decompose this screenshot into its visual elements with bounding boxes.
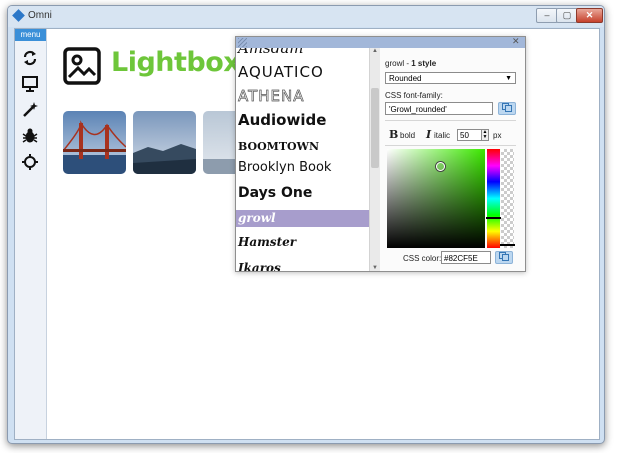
minimize-button[interactable]: – [536,8,558,23]
style-select-value: Rounded [389,74,422,83]
font-item-amsdam[interactable]: Amsdam [236,48,369,59]
image-icon [63,47,101,85]
css-family-input[interactable]: 'Growl_rounded' [385,102,493,115]
font-item-aquatico[interactable]: AQUATICO [236,63,369,83]
bridge-photo[interactable] [63,111,126,174]
scroll-up-icon[interactable]: ▲ [371,48,379,54]
font-item-brooklyn-book[interactable]: Brooklyn Book [236,160,369,177]
style-count: 1 style [411,59,437,68]
panel-close-icon[interactable]: ✕ [512,36,520,47]
menu-tab[interactable]: menu [15,29,46,41]
font-item-audiowide[interactable]: Audiowide [236,111,369,131]
refresh-icon[interactable] [21,49,39,67]
alpha-slider[interactable] [500,149,515,248]
font-list-scrollbar[interactable]: ▲ ▼ [369,48,380,271]
font-style-heading: growl - 1 style [385,59,436,68]
sidebar: menu [15,29,47,439]
hue-slider[interactable] [486,149,501,248]
logo-text: Lightbox [111,47,241,78]
font-picker-panel: ✕ Amsdam AQUATICO ATHENA Audiowide BOOMT… [235,36,526,272]
drag-grip-icon[interactable] [238,38,247,47]
bold-label[interactable]: bold [400,131,415,140]
font-name: growl [385,59,405,68]
title-bar[interactable]: Omni – ▢ ✕ [8,6,604,27]
scroll-down-icon[interactable]: ▼ [371,265,379,271]
hue-marker[interactable] [486,217,501,219]
font-item-days-one[interactable]: Days One [236,185,369,203]
font-settings: growl - 1 style Rounded ▼ CSS font-family… [385,48,521,271]
font-size-stepper[interactable]: ▲ ▼ [481,129,489,141]
italic-label[interactable]: italic [434,131,450,140]
chevron-down-icon: ▼ [505,75,512,82]
css-color-input[interactable]: #82CF5E [441,251,491,264]
font-list[interactable]: Amsdam AQUATICO ATHENA Audiowide BOOMTOW… [236,48,369,271]
font-item-boomtown[interactable]: BOOMTOWN [236,138,369,155]
size-unit: px [493,131,502,140]
copy-icon [499,252,509,261]
copy-color-button[interactable] [495,251,513,264]
magic-wand-icon[interactable] [21,101,39,119]
italic-icon[interactable]: I [426,128,431,141]
alpha-marker[interactable] [500,244,515,246]
close-button[interactable]: ✕ [576,8,603,23]
bold-icon[interactable]: B [389,128,398,141]
coast-photo[interactable] [133,111,196,174]
font-item-athena[interactable]: ATHENA [236,87,369,107]
monitor-icon[interactable] [21,75,39,93]
font-size-input[interactable]: 50 [457,129,483,141]
font-item-hamster[interactable]: Hamster [236,234,369,251]
divider [385,120,516,121]
app-icon [12,9,25,22]
window-title: Omni [28,10,52,21]
divider [385,145,516,146]
scroll-thumb[interactable] [371,88,379,168]
copy-icon [502,103,512,112]
font-item-growl[interactable]: growl [236,210,369,227]
crosshair-icon[interactable] [21,153,39,171]
css-color-label: CSS color: [403,254,442,263]
style-select[interactable]: Rounded ▼ [385,72,516,84]
color-cursor[interactable] [436,162,445,171]
panel-header[interactable]: ✕ [236,36,525,48]
font-item-ikaros[interactable]: Ikaros [236,260,369,271]
css-family-label: CSS font-family: [385,91,443,100]
copy-family-button[interactable] [498,102,516,115]
maximize-button[interactable]: ▢ [556,8,578,23]
bug-icon[interactable] [21,127,39,145]
saturation-value-picker[interactable] [387,149,485,248]
